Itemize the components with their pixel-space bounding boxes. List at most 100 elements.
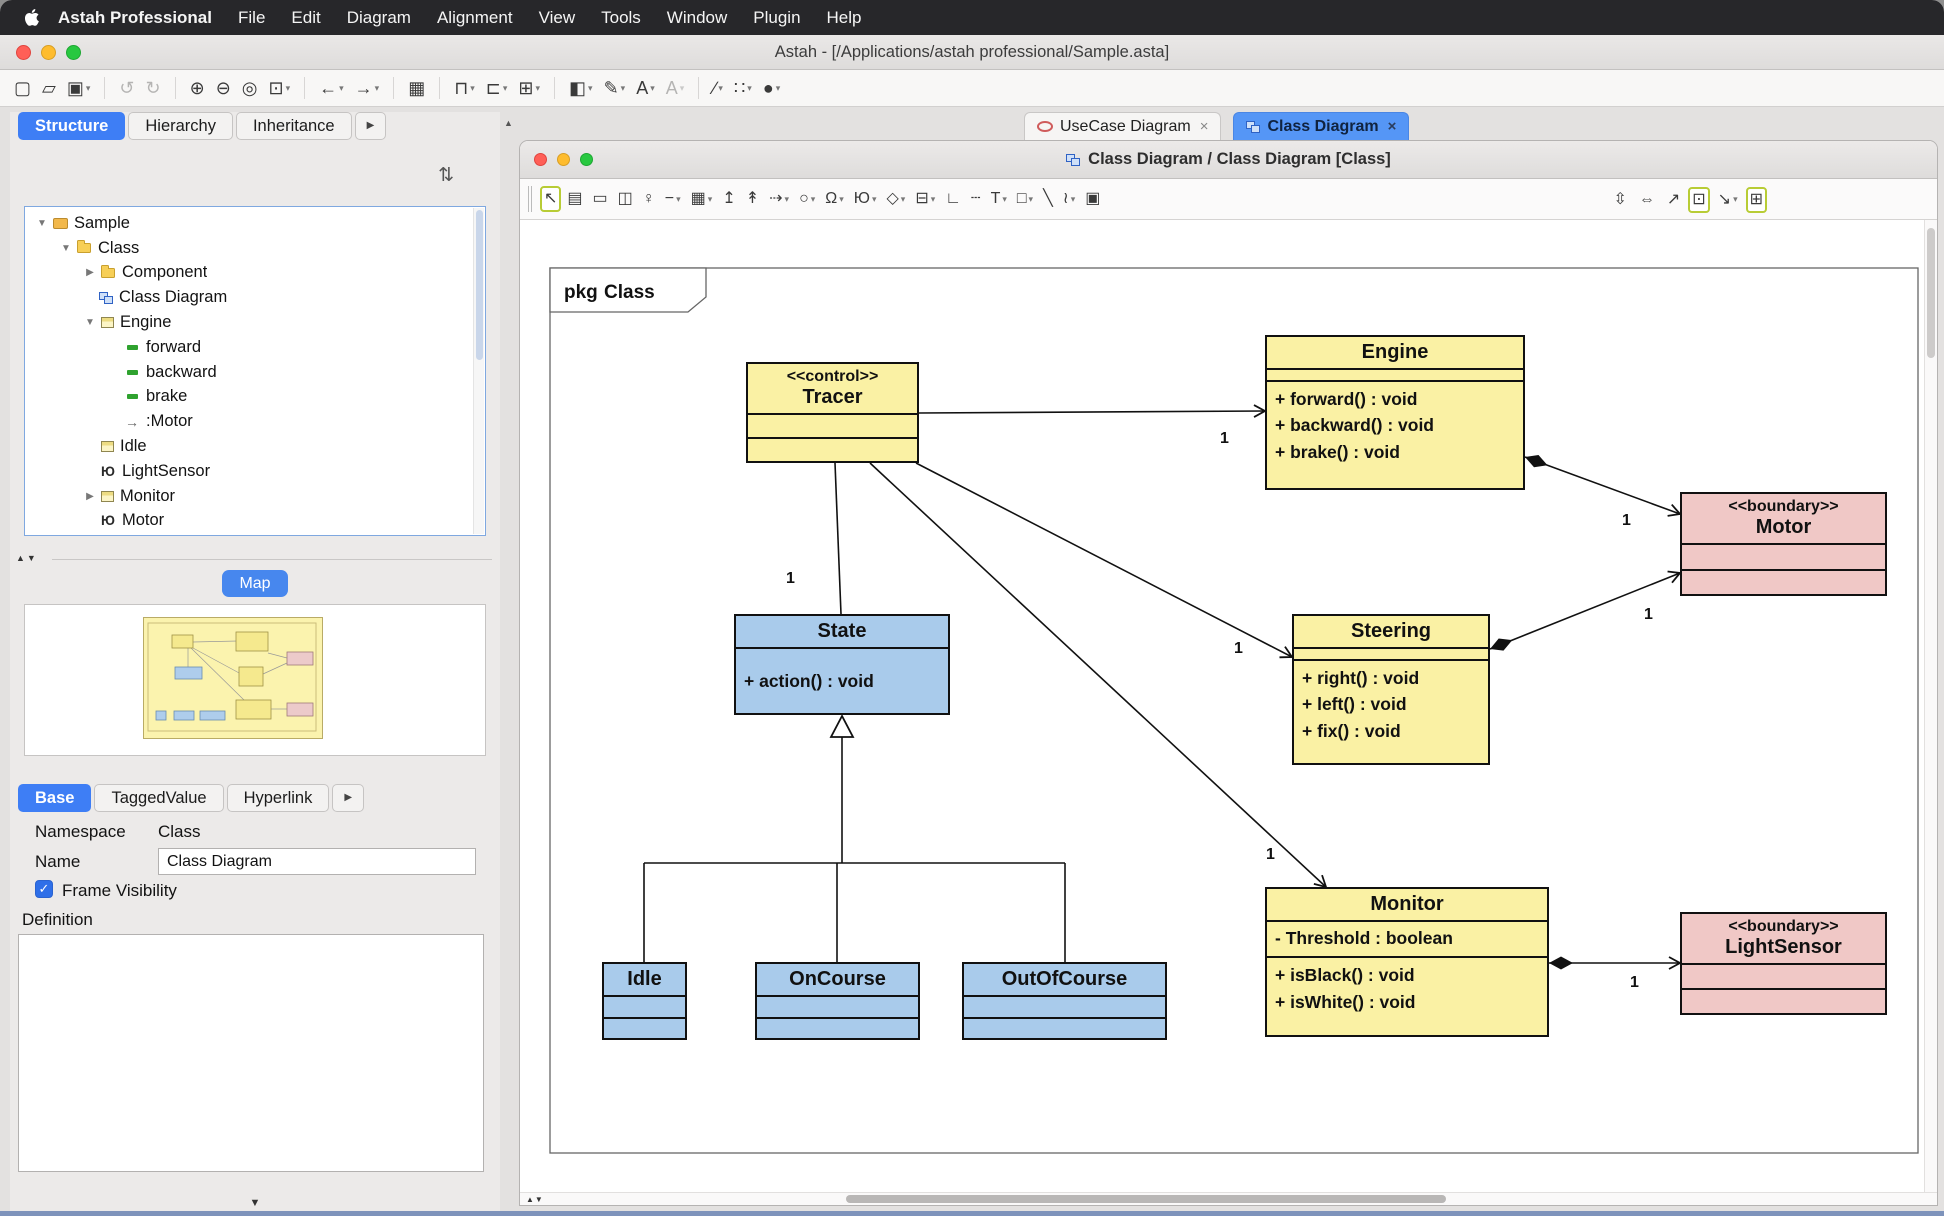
forward-icon[interactable]: →▾: [351, 74, 384, 102]
tree-item-sample[interactable]: ▼Sample: [25, 211, 485, 236]
tree-expander-icon[interactable]: ▶: [81, 267, 99, 278]
tree-item-engine[interactable]: ▼Engine: [25, 310, 485, 335]
tree-item-motor[interactable]: →:Motor: [25, 409, 485, 434]
scroll-arrows-icon[interactable]: ▲▼: [526, 1195, 544, 1204]
tree-item-idle[interactable]: Idle: [25, 434, 485, 459]
close-tab-icon[interactable]: ×: [1388, 118, 1397, 135]
generalization-icon[interactable]: ↥: [718, 186, 739, 212]
open-file-icon[interactable]: ▱: [38, 74, 60, 102]
map-thumbnail[interactable]: [143, 617, 323, 739]
sync-selection-icon[interactable]: ⇅: [438, 164, 454, 187]
horizontal-scrollbar[interactable]: ▲▼: [520, 1192, 1937, 1205]
class-oncourse[interactable]: OnCourse: [755, 962, 920, 1040]
tree-item-lightsensor[interactable]: ЮLightSensor: [25, 459, 485, 484]
association-tracer-state[interactable]: [835, 463, 841, 614]
divider-collapse-icon[interactable]: ▲: [504, 118, 513, 128]
back-icon[interactable]: ←▾: [315, 74, 348, 102]
scrollbar-thumb[interactable]: [476, 210, 483, 360]
rect-icon[interactable]: □▾: [1013, 186, 1037, 212]
menu-alignment[interactable]: Alignment: [424, 8, 526, 27]
diagram-tab-class-diagram[interactable]: Class Diagram×: [1233, 112, 1409, 140]
image-icon[interactable]: ▣: [1081, 186, 1104, 212]
class-state[interactable]: State + action() : void: [734, 614, 950, 715]
apple-logo-icon[interactable]: [24, 9, 39, 26]
tree-item-monitor[interactable]: ▶Monitor: [25, 484, 485, 509]
class-engine[interactable]: Engine + forward() : void + backward() :…: [1265, 335, 1525, 490]
undo-icon[interactable]: ↺: [115, 74, 138, 102]
sphere-icon[interactable]: ●▾: [759, 74, 784, 102]
fill-color-icon[interactable]: ◧▾: [565, 74, 597, 102]
panel-divider[interactable]: ▲: [500, 112, 519, 1216]
tree-item-class[interactable]: ▼Class: [25, 236, 485, 261]
menu-plugin[interactable]: Plugin: [740, 8, 813, 27]
align-top-icon[interactable]: ⊓▾: [450, 74, 479, 102]
class-icon[interactable]: ▦▾: [687, 186, 717, 212]
class-steering[interactable]: Steering + right() : void + left() : voi…: [1292, 614, 1490, 765]
association-tracer-steering[interactable]: [916, 463, 1292, 657]
tab-inheritance[interactable]: Inheritance: [236, 112, 352, 140]
tab-more-icon[interactable]: ▶: [355, 112, 387, 140]
menu-file[interactable]: File: [225, 8, 278, 27]
redo-icon[interactable]: ↻: [142, 74, 165, 102]
class-outofcourse[interactable]: OutOfCourse: [962, 962, 1167, 1040]
focus-mode-icon[interactable]: ⊡: [1688, 187, 1709, 213]
arrange-icon[interactable]: ⊞▾: [514, 74, 544, 102]
model-icon[interactable]: ◫: [614, 186, 637, 212]
zoom-out-icon[interactable]: ⊖: [212, 74, 235, 102]
tree-item-brake[interactable]: brake: [25, 385, 485, 410]
tree-scrollbar[interactable]: [473, 208, 484, 534]
class-lightsensor[interactable]: <<boundary>> LightSensor: [1680, 912, 1887, 1015]
tree-item-forward[interactable]: forward: [25, 335, 485, 360]
tab-taggedvalue[interactable]: TaggedValue: [94, 784, 223, 812]
close-tab-icon[interactable]: ×: [1200, 118, 1209, 135]
tree-expander-icon[interactable]: ▼: [33, 218, 51, 229]
font-style-icon[interactable]: A▾: [662, 74, 689, 102]
menu-astah-professional[interactable]: Astah Professional: [45, 8, 225, 27]
pointer-mode-icon[interactable]: ↗: [1663, 187, 1684, 213]
zoom-reset-icon[interactable]: ◎: [238, 74, 262, 102]
panel-splitter[interactable]: ▲▼: [10, 552, 500, 566]
line-icon[interactable]: ╲: [1039, 186, 1057, 212]
auto-layout-icon[interactable]: ⊞: [1746, 187, 1767, 213]
text-icon[interactable]: T▾: [987, 186, 1011, 212]
corner-line-icon[interactable]: ∟: [941, 186, 965, 212]
window-title-bar[interactable]: Astah - [/Applications/astah professiona…: [0, 35, 1944, 70]
diagram-tab-usecase-diagram[interactable]: UseCase Diagram×: [1024, 112, 1221, 140]
association-tracer-engine[interactable]: [919, 411, 1265, 413]
class-tracer[interactable]: <<control>> Tracer: [746, 362, 919, 463]
minimize-diagram-button[interactable]: [557, 153, 570, 166]
align-left-icon[interactable]: ⊏▾: [482, 74, 512, 102]
tree-item-backward[interactable]: backward: [25, 360, 485, 385]
tree-item-class-diagram[interactable]: Class Diagram: [25, 285, 485, 310]
menu-diagram[interactable]: Diagram: [334, 8, 424, 27]
class-list-icon[interactable]: ▤: [563, 186, 586, 212]
diamond-icon[interactable]: ◇▾: [882, 186, 909, 212]
menu-window[interactable]: Window: [654, 8, 740, 27]
interface-icon[interactable]: Ю▾: [850, 186, 881, 212]
association-icon[interactable]: −▾: [661, 186, 685, 212]
scrollbar-thumb[interactable]: [846, 1195, 1446, 1203]
diagram-canvas[interactable]: pkg Class: [520, 220, 1937, 1192]
grid-icon[interactable]: ∷▾: [730, 74, 756, 102]
tree-item-component[interactable]: ▶Component: [25, 261, 485, 286]
dots-icon[interactable]: ┄: [967, 186, 985, 212]
class-idle[interactable]: Idle: [602, 962, 687, 1040]
zoom-area-icon[interactable]: ⊡▾: [265, 74, 295, 102]
zoom-in-icon[interactable]: ⊕: [186, 74, 209, 102]
scrollbar-thumb[interactable]: [1927, 228, 1935, 358]
realization-icon[interactable]: ↟: [742, 186, 763, 212]
splitter-arrows-icon[interactable]: ▲▼: [16, 553, 38, 563]
menu-edit[interactable]: Edit: [278, 8, 333, 27]
package-icon[interactable]: ▭: [589, 186, 612, 212]
diagram-window-title-bar[interactable]: Class Diagram / Class Diagram [Class]: [520, 141, 1937, 179]
select-tool-icon[interactable]: ↖: [540, 186, 561, 212]
close-diagram-button[interactable]: [534, 153, 547, 166]
name-input[interactable]: [158, 848, 476, 875]
vertical-scrollbar[interactable]: [1924, 220, 1937, 1192]
instance-icon[interactable]: ○▾: [795, 186, 819, 212]
toolbar-handle[interactable]: [528, 186, 532, 212]
zoom-diagram-button[interactable]: [580, 153, 593, 166]
menu-help[interactable]: Help: [814, 8, 875, 27]
tab-hierarchy[interactable]: Hierarchy: [128, 112, 233, 140]
tab-more-icon[interactable]: ▶: [332, 784, 364, 812]
